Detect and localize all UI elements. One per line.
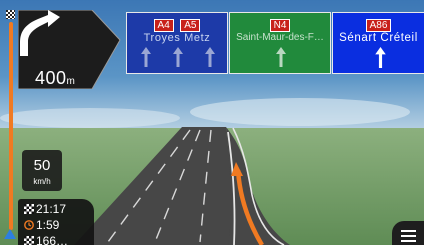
next-turn-panel[interactable]: 400m — [18, 10, 122, 89]
road-badge: A5 — [180, 19, 201, 32]
lane-arrows — [127, 47, 227, 69]
cloud — [0, 108, 180, 128]
trip-info-panel[interactable]: 21:17 1:59 166… — [18, 199, 94, 245]
road-badge: N4 — [269, 19, 291, 32]
destination-flag-icon — [6, 10, 15, 19]
turn-distance-unit: m — [66, 76, 76, 87]
route-progress-bar — [9, 22, 13, 230]
speed-unit: km/h — [33, 177, 51, 186]
remaining-distance-row: 166… — [24, 234, 68, 245]
signpost-destination: Troyes Metz — [143, 32, 211, 44]
turn-distance: 400m — [35, 68, 75, 89]
remaining-distance: 166… — [36, 234, 69, 245]
lane-arrow-icon — [276, 47, 286, 67]
arrival-time: 21:17 — [36, 202, 67, 216]
lane-arrows — [333, 47, 424, 69]
turn-distance-value: 400 — [35, 68, 67, 88]
checkered-flag-icon — [24, 236, 34, 245]
menu-button[interactable] — [392, 221, 424, 245]
lane-arrow-icon — [205, 47, 215, 67]
navigation-screen: 400m A4 A5 Troyes Metz N4 Saint-Maur-des… — [0, 0, 424, 245]
road-badge: A86 — [365, 19, 392, 32]
speed-value: 50 — [33, 157, 51, 174]
road-number-badges: A86 — [333, 15, 424, 33]
signpost-destination: Saint-Maur-des-F… — [236, 32, 324, 43]
checkered-flag-icon — [24, 204, 34, 214]
current-speed-panel[interactable]: 50 km/h — [22, 150, 62, 191]
flag-clock-icon — [24, 219, 34, 230]
signpost-senart-creteil: A86 Sénart Créteil — [332, 12, 424, 74]
signpost-troyes-metz: A4 A5 Troyes Metz — [126, 12, 228, 74]
current-position-icon — [4, 229, 16, 239]
lane-arrow-icon — [375, 47, 386, 68]
lane-arrows — [230, 47, 330, 69]
signpost-destination: Sénart Créteil — [339, 32, 418, 44]
fork-turn-right-icon — [20, 10, 60, 56]
remaining-time-row: 1:59 — [24, 218, 59, 232]
signpost-saint-maur: N4 Saint-Maur-des-F… — [229, 12, 331, 74]
road-number-badges: N4 — [230, 15, 330, 33]
remaining-time: 1:59 — [36, 218, 60, 232]
arrival-time-row: 21:17 — [24, 202, 66, 216]
road-badge: A4 — [153, 19, 174, 32]
lane-arrow-icon — [141, 47, 151, 67]
cloud — [190, 98, 410, 126]
road-number-badges: A4 A5 — [127, 15, 227, 33]
lane-arrow-icon — [173, 47, 183, 67]
